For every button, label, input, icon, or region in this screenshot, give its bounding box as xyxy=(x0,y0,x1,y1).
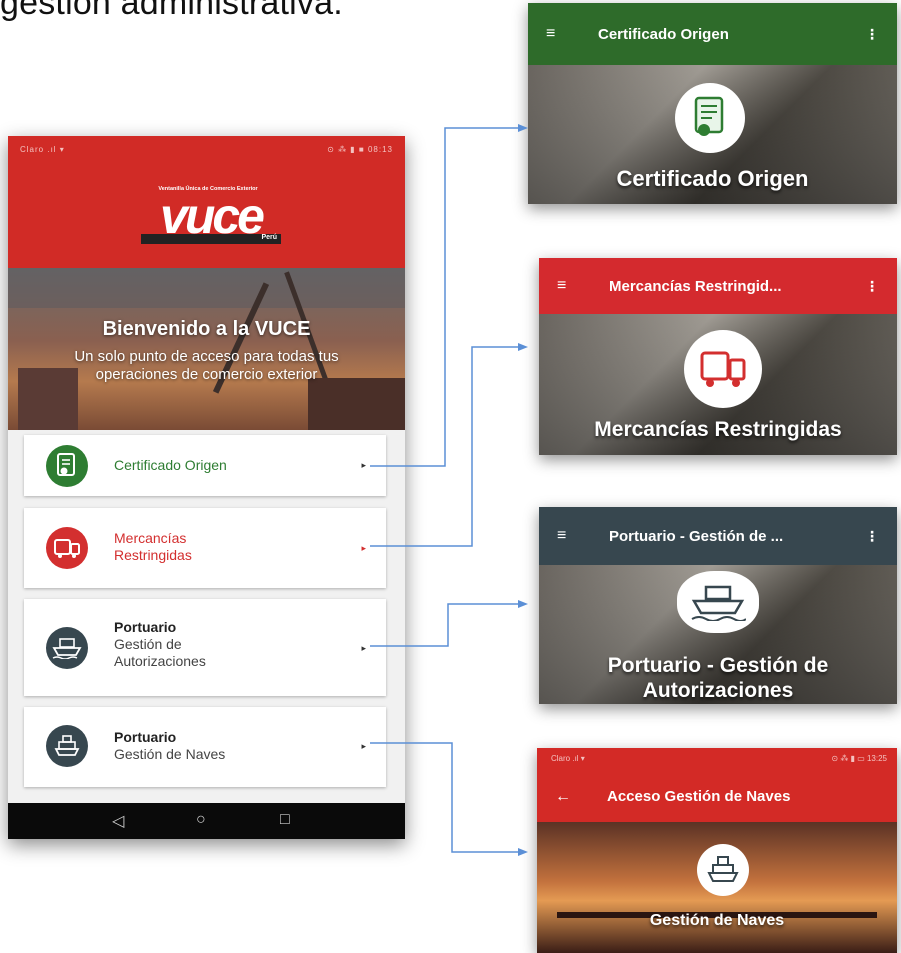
flow-connectors xyxy=(370,124,528,856)
arrowhead-icon xyxy=(518,124,528,132)
arrowhead-icon xyxy=(518,343,528,351)
arrowhead-icon xyxy=(518,848,528,856)
arrowhead-icon xyxy=(518,600,528,608)
